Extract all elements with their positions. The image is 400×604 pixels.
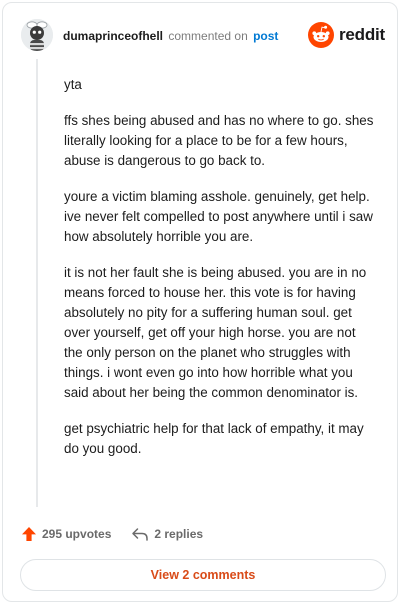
comment-paragraph: ffs shes being abused and has no where t…: [64, 113, 374, 168]
comment-byline: dumaprinceofhell commented on post: [63, 28, 278, 44]
reply-button[interactable]: 2 replies: [131, 526, 203, 542]
comment-paragraph: it is not her fault she is being abused.…: [64, 265, 367, 400]
view-comments-button[interactable]: View 2 comments: [20, 559, 386, 591]
upvote-count: 295 upvotes: [42, 527, 112, 541]
comment-actions: 295 upvotes 2 replies: [21, 523, 203, 545]
thread-line[interactable]: [36, 59, 38, 507]
reddit-wordmark: reddit: [338, 25, 385, 44]
reply-arrow-icon: [132, 528, 149, 541]
comment-card: dumaprinceofhell commented on post reddi…: [2, 2, 398, 602]
username-link[interactable]: dumaprinceofhell: [63, 29, 163, 43]
reply-count: 2 replies: [154, 527, 204, 541]
comment-paragraph: yta: [64, 77, 82, 92]
user-avatar[interactable]: [21, 19, 53, 51]
reddit-logo[interactable]: reddit: [307, 22, 385, 48]
comment-header: dumaprinceofhell commented on post reddi…: [21, 19, 385, 51]
reddit-snoo-icon: [307, 22, 334, 48]
comment-body: yta ffs shes being abused and has no whe…: [64, 75, 374, 475]
comment-paragraph: get psychiatric help for that lack of em…: [64, 421, 364, 456]
byline-action-text: commented on: [168, 29, 248, 43]
view-comments-label: View 2 comments: [150, 568, 256, 582]
upvote-button[interactable]: 295 upvotes: [21, 526, 111, 542]
upvote-arrow-icon: [22, 527, 36, 541]
bee-avatar-icon: [21, 19, 53, 51]
post-link[interactable]: post: [253, 29, 278, 43]
comment-paragraph: youre a victim blaming asshole. genuinel…: [64, 189, 373, 244]
